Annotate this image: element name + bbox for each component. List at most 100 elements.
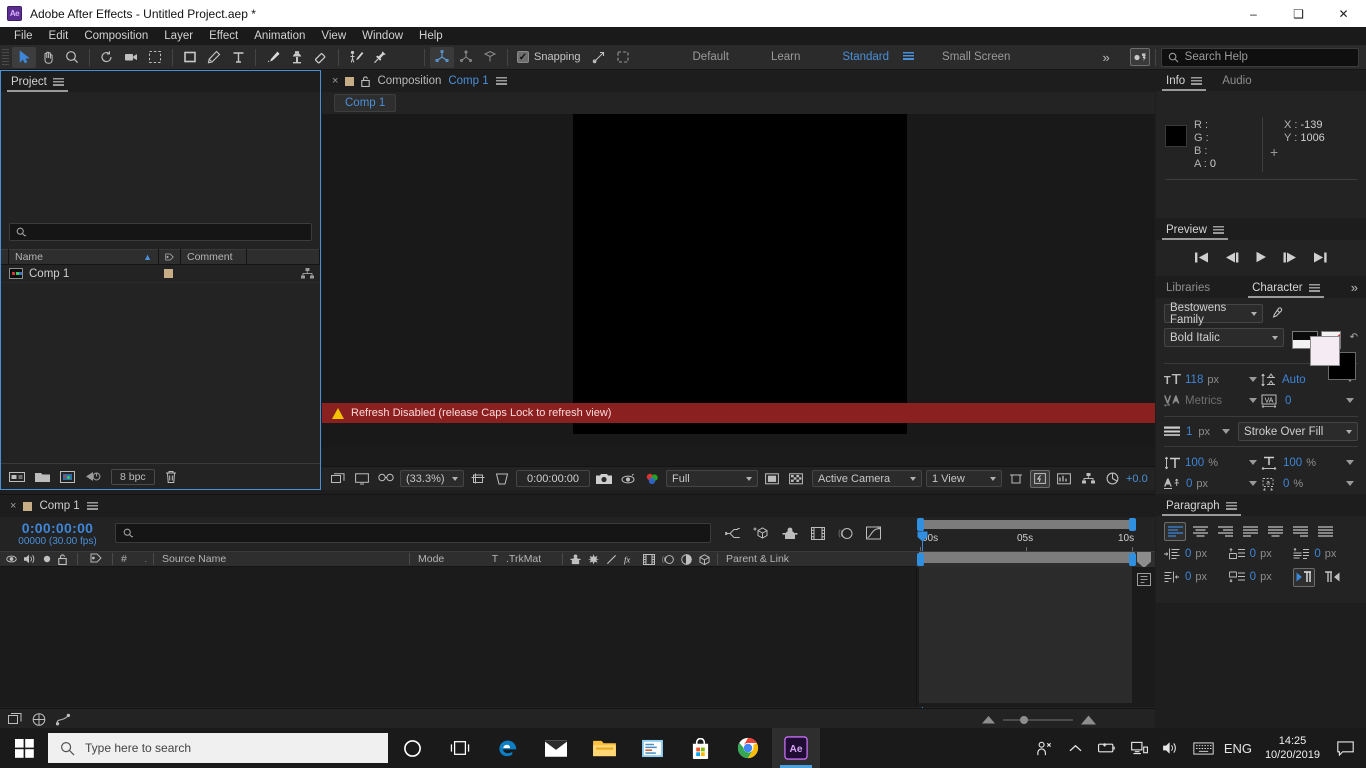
action-center-icon[interactable] — [1330, 728, 1360, 768]
lock-icon[interactable] — [361, 75, 371, 87]
column-label-icon[interactable] — [159, 249, 181, 265]
rtl-direction-button[interactable] — [1321, 568, 1343, 587]
fill-color-swatch[interactable] — [1310, 336, 1340, 366]
after-effects-icon[interactable]: Ae — [772, 728, 820, 768]
zoom-out-timeline-icon[interactable] — [982, 715, 995, 724]
file-explorer-icon[interactable] — [580, 728, 628, 768]
timeline-close-tab-icon[interactable]: × — [10, 500, 16, 512]
edge-icon[interactable] — [484, 728, 532, 768]
shape-tool[interactable] — [178, 47, 202, 68]
camera-view-dropdown[interactable]: Active Camera — [812, 470, 922, 487]
current-timecode[interactable]: 0:00:00:00 — [516, 470, 590, 487]
solo-icon[interactable] — [43, 555, 51, 563]
video-visibility-icon[interactable] — [6, 555, 17, 563]
frame-blend-switch-icon[interactable] — [643, 553, 655, 565]
battery-icon[interactable] — [1093, 728, 1123, 768]
camera-tool[interactable] — [119, 47, 143, 68]
justify-last-left-button[interactable] — [1239, 522, 1261, 541]
show-hidden-icons-icon[interactable] — [1061, 728, 1091, 768]
3d-layer-switch-icon[interactable] — [699, 553, 710, 565]
motion-path-icon[interactable] — [56, 713, 70, 726]
pen-tool[interactable] — [202, 47, 226, 68]
timeline-graph-area[interactable] — [919, 567, 1132, 703]
project-settings-icon[interactable] — [85, 470, 101, 483]
delete-icon[interactable] — [165, 470, 177, 484]
info-panel-menu-icon[interactable] — [1191, 76, 1203, 85]
align-right-button[interactable] — [1214, 522, 1236, 541]
frame-blending-icon[interactable] — [811, 526, 825, 540]
vertical-scale-field[interactable]: 100 % — [1164, 452, 1261, 473]
render-queue-icon[interactable] — [1137, 573, 1151, 586]
kerning-caret-icon[interactable] — [1249, 398, 1257, 403]
snapping-checkbox[interactable]: ✓ — [517, 51, 529, 63]
justify-all-button[interactable] — [1314, 522, 1336, 541]
volume-icon[interactable] — [1157, 728, 1187, 768]
maximize-button[interactable]: ❑ — [1276, 0, 1321, 27]
workspace-settings-icon[interactable] — [1129, 48, 1150, 66]
indent-left-field[interactable]: 0 px — [1164, 544, 1229, 564]
task-view-icon[interactable] — [436, 728, 484, 768]
region-of-interest-icon[interactable] — [468, 470, 488, 488]
align-left-button[interactable] — [1164, 522, 1186, 541]
composition-viewer[interactable]: Refresh Disabled (release Caps Lock to r… — [322, 114, 1155, 447]
tab-paragraph[interactable]: Paragraph — [1156, 495, 1247, 516]
draft-3d-icon[interactable] — [753, 526, 769, 540]
timeline-layer-area[interactable] — [0, 567, 916, 707]
pixel-aspect-icon[interactable] — [1006, 470, 1026, 488]
workspace-standard[interactable]: Standard — [832, 51, 899, 63]
column-comment[interactable]: Comment — [181, 249, 247, 265]
zoom-in-timeline-icon[interactable] — [1081, 715, 1096, 725]
exposure-value[interactable]: +0.0 — [1126, 473, 1148, 485]
workspace-learn[interactable]: Learn — [761, 51, 810, 63]
chrome-icon[interactable] — [724, 728, 772, 768]
zoom-tool[interactable] — [60, 47, 84, 68]
comp-marker-icon[interactable] — [1137, 552, 1151, 568]
justify-last-right-button[interactable] — [1289, 522, 1311, 541]
exposure-reset-icon[interactable] — [1102, 470, 1122, 488]
people-icon[interactable] — [1029, 728, 1059, 768]
timeline-search-input[interactable] — [115, 523, 711, 543]
font-family-dropdown[interactable]: Bestowens Family — [1164, 302, 1263, 326]
region-preview-icon[interactable] — [762, 470, 782, 488]
project-search-input[interactable] — [9, 223, 312, 241]
menu-file[interactable]: File — [6, 27, 41, 45]
rotation-tool[interactable] — [95, 47, 119, 68]
font-style-dropdown[interactable]: Bold Italic — [1164, 328, 1284, 347]
bit-depth-button[interactable]: 8 bpc — [111, 468, 155, 485]
clone-stamp-tool[interactable] — [285, 47, 309, 68]
lock-icon[interactable] — [58, 553, 67, 565]
timeline-panel-menu-icon[interactable] — [86, 502, 98, 510]
view-layout-dropdown[interactable]: 1 View — [926, 470, 1002, 487]
transform-3d-scale-icon[interactable] — [454, 47, 478, 68]
shy-switch-icon[interactable] — [570, 554, 581, 565]
transform-3d-axis-icon[interactable] — [430, 46, 454, 68]
new-folder-bin-icon[interactable] — [9, 471, 25, 483]
workspace-overflow-icon[interactable]: » — [1096, 50, 1115, 65]
character-panel-menu-icon[interactable] — [1308, 283, 1320, 292]
close-tab-icon[interactable]: × — [332, 75, 338, 87]
timeline-zoom-slider[interactable] — [1003, 715, 1073, 725]
baseline-shift-field[interactable]: 0 px — [1164, 473, 1261, 494]
baseline-shift-caret-icon[interactable] — [1249, 481, 1257, 486]
workspace-small-screen[interactable]: Small Screen — [932, 51, 1020, 63]
menu-edit[interactable]: Edit — [41, 27, 77, 45]
snap-bounds-icon[interactable] — [611, 47, 635, 68]
space-after-field[interactable]: 0 px — [1228, 567, 1294, 587]
mail-icon[interactable] — [532, 728, 580, 768]
preview-panel-menu-icon[interactable] — [1212, 225, 1224, 234]
network-icon[interactable] — [1125, 728, 1155, 768]
tracking-caret-icon[interactable] — [1346, 398, 1354, 403]
track-end-handle[interactable] — [1129, 553, 1136, 566]
first-frame-icon[interactable] — [1195, 252, 1209, 263]
composition-canvas[interactable] — [573, 114, 907, 434]
stroke-mode-dropdown[interactable]: Stroke Over Fill — [1238, 422, 1358, 441]
adjustment-switch-icon[interactable] — [681, 553, 692, 565]
tab-character[interactable]: Character — [1242, 277, 1330, 298]
puppet-pin-tool[interactable] — [368, 47, 392, 68]
selection-tool[interactable] — [12, 46, 36, 68]
column-mode[interactable]: Mode — [410, 553, 488, 565]
channel-rgb-icon[interactable] — [642, 470, 662, 488]
motion-blur-switch-icon[interactable] — [662, 554, 674, 565]
justify-last-center-button[interactable] — [1264, 522, 1286, 541]
align-center-button[interactable] — [1189, 522, 1211, 541]
